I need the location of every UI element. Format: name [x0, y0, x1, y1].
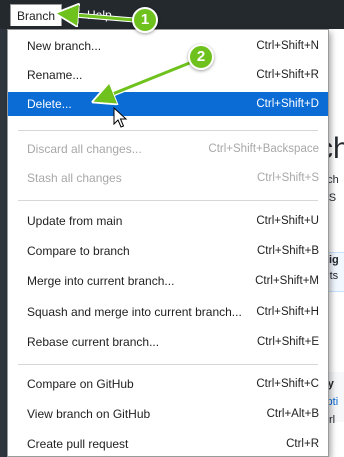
menu-item-shortcut: Ctrl+Shift+S — [257, 172, 319, 184]
menu-item-shortcut: Ctrl+Shift+B — [257, 245, 319, 257]
menu-item-label: Delete... — [27, 97, 72, 111]
menu-item-new-branch[interactable]: New branch... Ctrl+Shift+N — [8, 34, 328, 58]
menu-separator — [18, 200, 318, 201]
menu-item-shortcut: Ctrl+Shift+E — [257, 336, 319, 348]
menu-item-compare-to-branch[interactable]: Compare to branch Ctrl+Shift+B — [8, 239, 328, 263]
menu-help[interactable]: Help — [81, 4, 118, 26]
menu-item-shortcut: Ctrl+Alt+B — [266, 408, 319, 420]
menu-item-label: New branch... — [27, 39, 102, 53]
menu-item-label: Compare to branch — [27, 244, 130, 258]
menu-item-label: Update from main — [27, 214, 123, 228]
callout-badge-1: 1 — [132, 7, 158, 33]
menubar: Branch Help — [0, 0, 344, 29]
menu-item-label: Rename... — [27, 68, 83, 82]
menu-item-label: Squash and merge into current branch... — [27, 305, 242, 319]
menu-item-label: Merge into current branch... — [27, 274, 175, 288]
menu-item-shortcut: Ctrl+Shift+M — [255, 275, 319, 287]
menu-item-view-branch-on-github[interactable]: View branch on GitHub Ctrl+Alt+B — [8, 402, 328, 426]
menu-separator — [18, 364, 318, 365]
menu-item-shortcut: Ctrl+Shift+D — [256, 98, 319, 110]
menu-item-merge-into-current-branch[interactable]: Merge into current branch... Ctrl+Shift+… — [8, 269, 328, 293]
menu-item-create-pull-request[interactable]: Create pull request Ctrl+R — [8, 432, 328, 456]
menu-item-discard-all-changes[interactable]: Discard all changes... Ctrl+Shift+Backsp… — [8, 137, 328, 161]
menu-item-label: Compare on GitHub — [27, 377, 134, 391]
menu-item-shortcut: Ctrl+Shift+R — [256, 69, 319, 81]
menu-item-shortcut: Ctrl+Shift+U — [256, 215, 319, 227]
menu-branch[interactable]: Branch — [10, 4, 63, 26]
menu-separator — [18, 130, 318, 131]
menu-item-rebase-current-branch[interactable]: Rebase current branch... Ctrl+Shift+E — [8, 330, 328, 354]
menu-item-update-from-main[interactable]: Update from main Ctrl+Shift+U — [8, 209, 328, 233]
menu-item-squash-and-merge[interactable]: Squash and merge into current branch... … — [8, 300, 328, 324]
menu-item-shortcut: Ctrl+Shift+N — [256, 40, 319, 52]
menu-item-rename[interactable]: Rename... Ctrl+Shift+R — [8, 63, 328, 87]
menu-item-label: Stash all changes — [27, 171, 122, 185]
menu-item-label: Discard all changes... — [27, 142, 142, 156]
menu-item-compare-on-github[interactable]: Compare on GitHub Ctrl+Shift+C — [8, 372, 328, 396]
menu-item-delete[interactable]: Delete... Ctrl+Shift+D — [8, 92, 328, 116]
menu-item-shortcut: Ctrl+R — [286, 438, 319, 450]
menu-item-shortcut: Ctrl+Shift+Backspace — [208, 143, 319, 155]
branch-menu-dropdown: New branch... Ctrl+Shift+N Rename... Ctr… — [7, 29, 329, 457]
menu-item-label: View branch on GitHub — [27, 407, 151, 421]
menu-item-label: Create pull request — [27, 437, 129, 451]
menu-item-shortcut: Ctrl+Shift+H — [256, 306, 319, 318]
menu-item-label: Rebase current branch... — [27, 335, 160, 349]
callout-badge-2: 2 — [188, 44, 214, 70]
menu-item-stash-all-changes[interactable]: Stash all changes Ctrl+Shift+S — [8, 166, 328, 190]
menu-item-shortcut: Ctrl+Shift+C — [256, 378, 319, 390]
